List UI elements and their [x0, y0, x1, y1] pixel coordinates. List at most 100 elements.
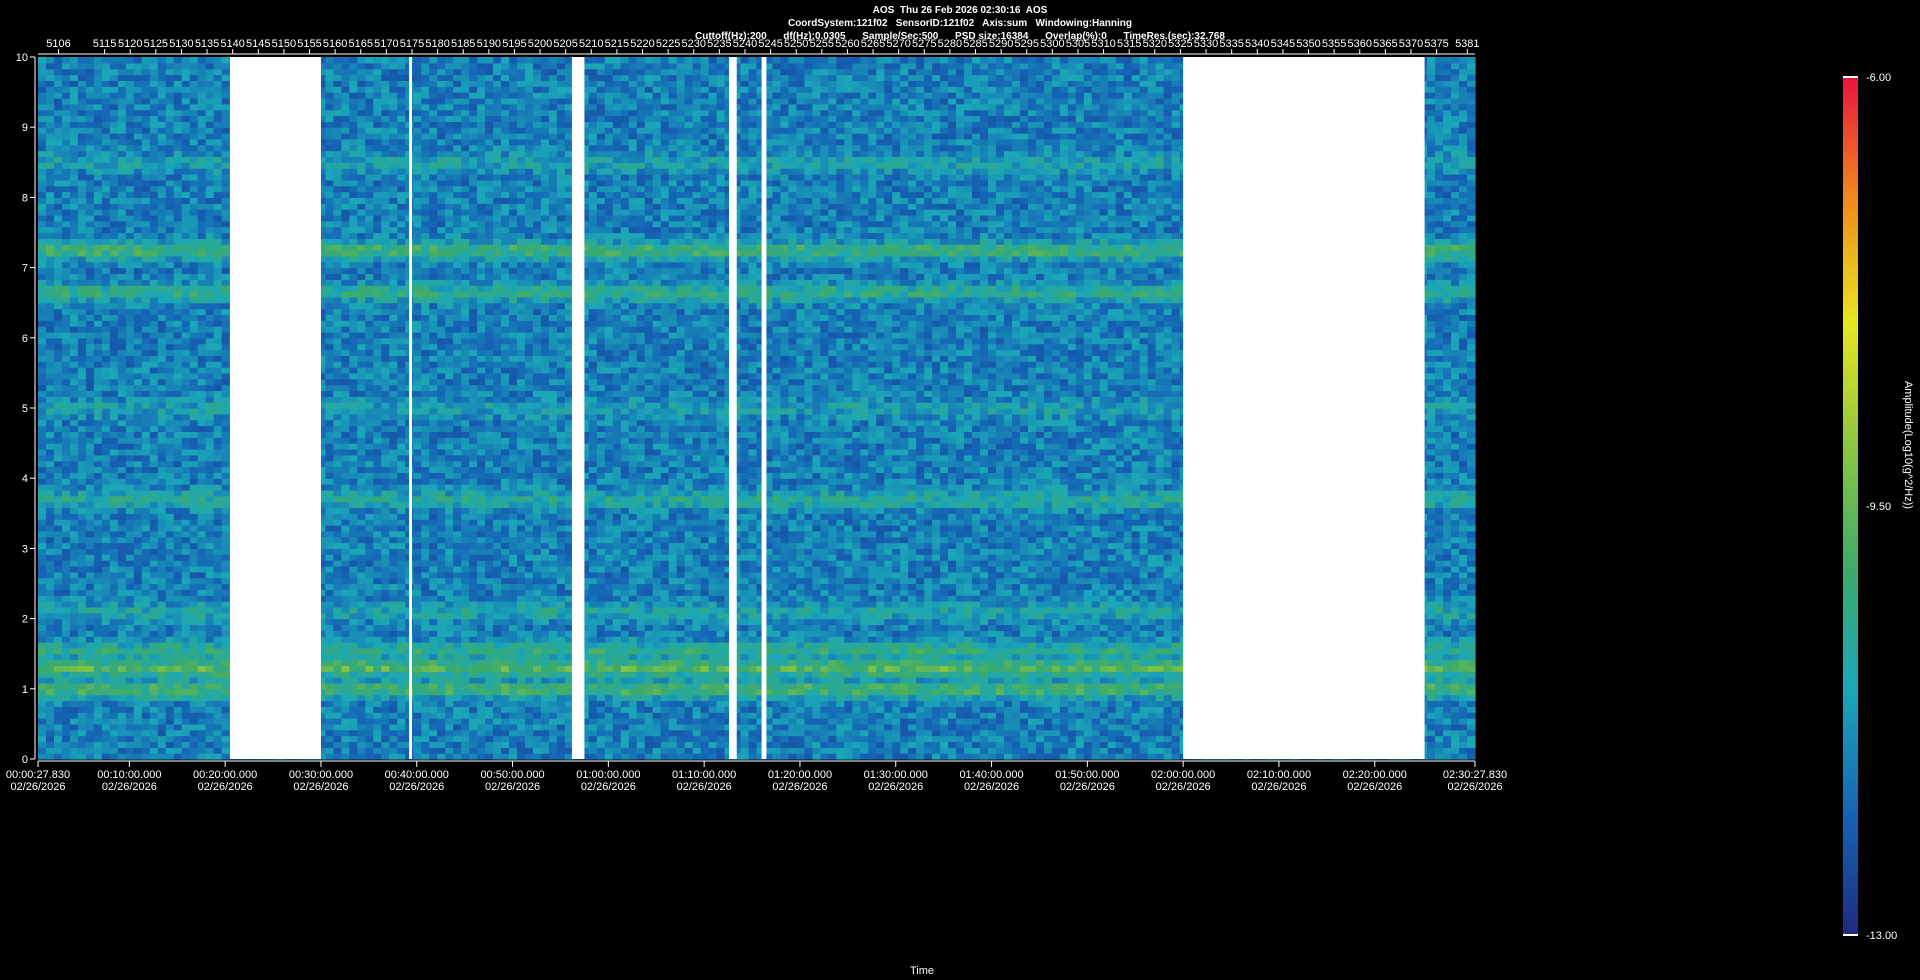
heatmap-cell — [126, 437, 135, 443]
heatmap-cell — [190, 361, 199, 367]
heatmap-cell — [70, 677, 79, 683]
heatmap-cell — [102, 98, 111, 104]
heatmap-cell — [341, 344, 350, 350]
heatmap-cell — [349, 624, 358, 630]
heatmap-cell — [349, 309, 358, 315]
heatmap-cell — [158, 572, 167, 578]
heatmap-cell — [62, 543, 71, 549]
heatmap-cell — [333, 724, 342, 730]
heatmap-cell — [62, 724, 71, 730]
heatmap-cell — [174, 724, 183, 730]
heatmap-cell — [142, 396, 151, 402]
heatmap-cell — [118, 338, 127, 344]
heatmap-cell — [70, 227, 79, 233]
heatmap-cell — [190, 566, 199, 572]
heatmap-cell — [70, 221, 79, 227]
heatmap-cell — [166, 548, 175, 554]
heatmap-cell — [86, 326, 95, 332]
heatmap-cell — [102, 238, 111, 244]
heatmap-cell — [110, 250, 119, 256]
heatmap-cell — [182, 326, 191, 332]
heatmap-cell — [158, 414, 167, 420]
heatmap-cell — [118, 80, 127, 86]
heatmap-cell — [110, 197, 119, 203]
heatmap-cell — [198, 730, 207, 736]
heatmap-cell — [54, 338, 63, 344]
heatmap-cell — [102, 385, 111, 391]
heatmap-cell — [150, 320, 159, 326]
heatmap-cell — [46, 373, 55, 379]
heatmap-cell — [86, 297, 95, 303]
heatmap-cell — [86, 554, 95, 560]
heatmap-cell — [158, 156, 167, 162]
heatmap-cell — [357, 250, 366, 256]
heatmap-cell — [70, 531, 79, 537]
heatmap-cell — [86, 736, 95, 742]
heatmap-cell — [222, 273, 231, 279]
heatmap-cell — [62, 747, 71, 753]
heatmap-cell — [365, 572, 374, 578]
heatmap-cell — [86, 472, 95, 478]
heatmap-cell — [134, 373, 143, 379]
heatmap-cell — [357, 677, 366, 683]
heatmap-cell — [158, 624, 167, 630]
heatmap-cell — [166, 701, 175, 707]
heatmap-cell — [102, 730, 111, 736]
heatmap-cell — [357, 730, 366, 736]
heatmap-cell — [214, 718, 223, 724]
heatmap-cell — [62, 133, 71, 139]
heatmap-cell — [118, 572, 127, 578]
heatmap-cell — [222, 379, 231, 385]
heatmap-cell — [325, 478, 334, 484]
heatmap-cell — [70, 572, 79, 578]
heatmap-cell — [78, 350, 87, 356]
heatmap-cell — [94, 361, 103, 367]
heatmap-cell — [102, 584, 111, 590]
heatmap-cell — [150, 730, 159, 736]
heatmap-cell — [142, 75, 151, 81]
heatmap-cell — [38, 209, 47, 215]
heatmap-cell — [206, 192, 215, 198]
heatmap-cell — [214, 98, 223, 104]
heatmap-cell — [46, 689, 55, 695]
heatmap-cell — [357, 215, 366, 221]
heatmap-cell — [166, 344, 175, 350]
heatmap-cell — [166, 496, 175, 502]
heatmap-cell — [190, 747, 199, 753]
heatmap-cell — [134, 531, 143, 537]
heatmap-cell — [333, 426, 342, 432]
heatmap-cell — [142, 80, 151, 86]
heatmap-cell — [333, 490, 342, 496]
heatmap-cell — [46, 221, 55, 227]
heatmap-cell — [190, 174, 199, 180]
heatmap-cell — [158, 192, 167, 198]
heatmap-cell — [70, 753, 79, 759]
heatmap-cell — [174, 566, 183, 572]
heatmap-cell — [214, 133, 223, 139]
heatmap-cell — [142, 227, 151, 233]
heatmap-cell — [142, 589, 151, 595]
heatmap-cell — [357, 98, 366, 104]
heatmap-cell — [134, 578, 143, 584]
heatmap-cell — [214, 502, 223, 508]
heatmap-cell — [198, 654, 207, 660]
heatmap-cell — [166, 578, 175, 584]
heatmap-cell — [110, 303, 119, 309]
heatmap-cell — [349, 677, 358, 683]
heatmap-cell — [38, 736, 47, 742]
heatmap-cell — [150, 747, 159, 753]
heatmap-cell — [46, 69, 55, 75]
heatmap-cell — [166, 367, 175, 373]
heatmap-cell — [142, 69, 151, 75]
heatmap-cell — [166, 537, 175, 543]
heatmap-cell — [70, 496, 79, 502]
heatmap-cell — [222, 613, 231, 619]
heatmap-cell — [174, 671, 183, 677]
heatmap-cell — [78, 543, 87, 549]
heatmap-cell — [70, 174, 79, 180]
heatmap-cell — [349, 174, 358, 180]
heatmap-cell — [365, 677, 374, 683]
heatmap-cell — [182, 279, 191, 285]
heatmap-cell — [86, 309, 95, 315]
heatmap-cell — [118, 180, 127, 186]
